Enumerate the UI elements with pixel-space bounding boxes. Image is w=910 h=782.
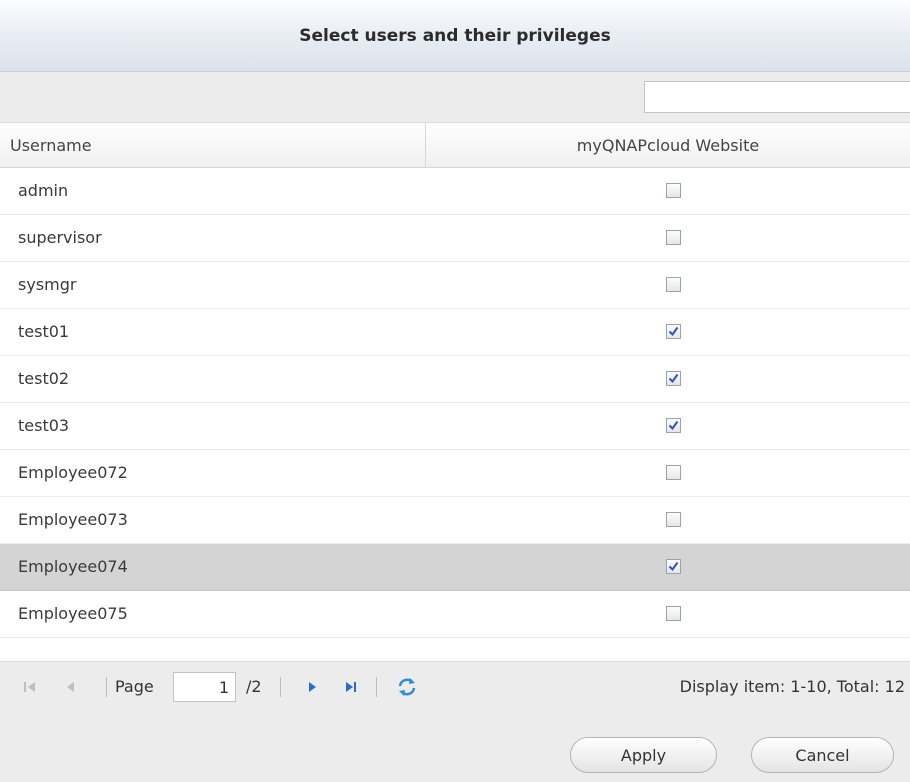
last-page-icon[interactable] [343, 679, 359, 695]
page-label: Page [115, 677, 154, 696]
display-item-info: Display item: 1-10, Total: 12 [679, 677, 905, 696]
checkmark-icon [668, 326, 679, 337]
pager-separator [376, 677, 377, 697]
username-cell: supervisor [18, 228, 102, 247]
checkmark-icon [668, 561, 679, 572]
search-input[interactable] [644, 81, 910, 113]
user-list: admin supervisor sysmgr test01 test02 test03 E… [0, 168, 910, 638]
page-number-input[interactable] [173, 672, 236, 702]
prev-page-icon[interactable] [63, 679, 79, 695]
privilege-checkbox[interactable] [666, 230, 681, 245]
username-cell: Employee075 [18, 604, 128, 623]
privilege-checkbox[interactable] [666, 606, 681, 621]
search-bar [0, 72, 910, 122]
pager-separator [280, 677, 281, 697]
username-cell: Employee073 [18, 510, 128, 529]
column-header-myqnapcloud-website[interactable]: myQNAPcloud Website [426, 123, 910, 167]
privilege-checkbox[interactable] [666, 559, 681, 574]
username-cell: sysmgr [18, 275, 77, 294]
pager-separator [106, 677, 107, 697]
username-cell: Employee072 [18, 463, 128, 482]
table-row[interactable]: sysmgr [0, 262, 910, 309]
privilege-checkbox[interactable] [666, 512, 681, 527]
cancel-button[interactable]: Cancel [751, 737, 894, 773]
table-row[interactable]: admin [0, 168, 910, 215]
table-row[interactable]: Employee073 [0, 497, 910, 544]
table-row[interactable]: Employee072 [0, 450, 910, 497]
refresh-icon[interactable] [396, 676, 418, 698]
first-page-icon[interactable] [22, 679, 38, 695]
checkmark-icon [668, 420, 679, 431]
privilege-checkbox[interactable] [666, 371, 681, 386]
grid-header: Username myQNAPcloud Website [0, 122, 910, 168]
next-page-icon[interactable] [304, 679, 320, 695]
table-row[interactable]: Employee074 [0, 544, 910, 591]
apply-button[interactable]: Apply [570, 737, 717, 773]
username-cell: admin [18, 181, 69, 200]
table-row[interactable]: Employee075 [0, 591, 910, 638]
username-cell: test01 [18, 322, 70, 341]
column-header-username-label: Username [10, 135, 92, 155]
dialog-footer: Apply Cancel [0, 711, 910, 782]
table-row[interactable]: test03 [0, 403, 910, 450]
table-row[interactable]: test02 [0, 356, 910, 403]
table-row[interactable]: supervisor [0, 215, 910, 262]
dialog-title-bar: Select users and their privileges [0, 0, 910, 72]
username-cell: test02 [18, 369, 70, 388]
total-pages-label: /2 [246, 677, 262, 696]
column-header-myqnapcloud-website-label: myQNAPcloud Website [576, 135, 760, 155]
username-cell: Employee074 [18, 557, 128, 576]
privilege-checkbox[interactable] [666, 277, 681, 292]
table-row[interactable]: test01 [0, 309, 910, 356]
column-header-username[interactable]: Username [0, 123, 426, 167]
privilege-checkbox[interactable] [666, 418, 681, 433]
checkmark-icon [668, 373, 679, 384]
privilege-checkbox[interactable] [666, 324, 681, 339]
dialog-title: Select users and their privileges [299, 25, 611, 46]
privilege-checkbox[interactable] [666, 465, 681, 480]
privilege-checkbox[interactable] [666, 183, 681, 198]
username-cell: test03 [18, 416, 70, 435]
pagination-bar: Page /2 Display item: 1-10, Total: 12 [0, 661, 910, 711]
